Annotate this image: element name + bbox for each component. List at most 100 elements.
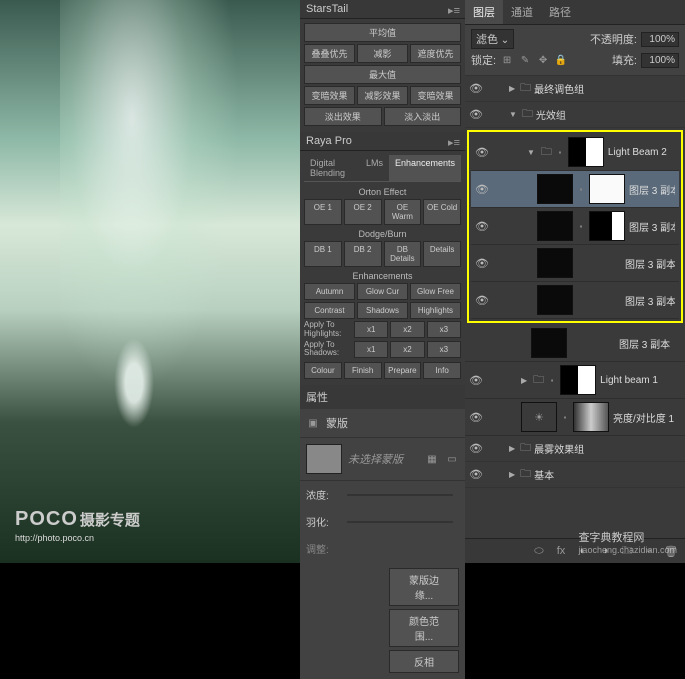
stars-btn[interactable]: 淡入淡出 (384, 107, 462, 126)
visibility-icon[interactable]: 👁 (469, 82, 483, 95)
raya-tab-enhancements[interactable]: Enhancements (389, 155, 461, 181)
btn-dbdetails[interactable]: DB Details (384, 241, 422, 267)
expand-icon[interactable]: ▶ (509, 84, 515, 93)
stars-btn[interactable]: 减影效果 (357, 86, 408, 105)
visibility-icon[interactable]: 👁 (469, 108, 483, 121)
group-basic[interactable]: 👁▶🗀基本 (465, 462, 685, 488)
btn-hx2[interactable]: x2 (390, 321, 424, 338)
lock-pixels-icon[interactable]: ✎ (518, 53, 532, 67)
raya-header[interactable]: Raya Pro▸≡ (300, 132, 465, 151)
btn-sx3[interactable]: x3 (427, 341, 461, 358)
btn-color-range[interactable]: 颜色范围... (389, 609, 459, 647)
group-dawn-fog[interactable]: 👁▶🗀晨雾效果组 (465, 436, 685, 462)
link-layers-icon[interactable]: ⬭ (531, 543, 547, 559)
mask-vector-icon[interactable]: ▭ (445, 452, 459, 466)
btn-highlights[interactable]: Highlights (410, 302, 461, 319)
expand-icon[interactable]: ▶ (509, 470, 515, 479)
layer-row-selected[interactable]: 👁⬝图层 3 副本 2 (471, 171, 679, 208)
mask-thumb[interactable] (568, 137, 604, 167)
btn-colour[interactable]: Colour (304, 362, 342, 379)
btn-db1[interactable]: DB 1 (304, 241, 342, 267)
btn-glowcur[interactable]: Glow Cur (357, 283, 408, 300)
btn-hx1[interactable]: x1 (354, 321, 388, 338)
stars-btn-average[interactable]: 平均值 (304, 23, 461, 42)
layer-thumb[interactable] (531, 328, 567, 358)
btn-sx2[interactable]: x2 (390, 341, 424, 358)
lock-position-icon[interactable]: ✥ (536, 53, 550, 67)
stars-btn[interactable]: 淡出效果 (304, 107, 382, 126)
expand-icon[interactable]: ▼ (509, 110, 517, 119)
layer-row[interactable]: 图层 3 副本 (465, 325, 685, 362)
fx-icon[interactable]: fx (553, 543, 569, 559)
panel-menu-icon[interactable]: ▸≡ (448, 4, 460, 17)
btn-oe2[interactable]: OE 2 (344, 199, 382, 225)
btn-oewarm[interactable]: OE Warm (384, 199, 422, 225)
layer-row[interactable]: 👁⬝图层 3 副本 4 (471, 208, 679, 245)
expand-icon[interactable]: ▶ (509, 444, 515, 453)
panel-menu-icon[interactable]: ▸≡ (448, 136, 460, 149)
btn-db2[interactable]: DB 2 (344, 241, 382, 267)
layer-subgroup[interactable]: 👁▼🗀⬝Light Beam 2 (471, 134, 679, 171)
btn-info[interactable]: Info (423, 362, 461, 379)
layer-row[interactable]: 👁图层 3 副本 5 (471, 282, 679, 319)
feather-slider[interactable]: 羽化: (300, 508, 465, 535)
layer-row[interactable]: 👁图层 3 副本 6 (471, 245, 679, 282)
btn-contrast[interactable]: Contrast (304, 302, 355, 319)
layer-adjustment[interactable]: 👁☀⬝亮度/对比度 1 (465, 399, 685, 436)
visibility-icon[interactable]: 👁 (475, 257, 489, 270)
blend-mode-select[interactable]: 滤色 ⌄ (471, 29, 514, 49)
expand-icon[interactable]: ▼ (527, 148, 535, 157)
visibility-icon[interactable]: 👁 (475, 294, 489, 307)
visibility-icon[interactable]: 👁 (475, 220, 489, 233)
visibility-icon[interactable]: 👁 (469, 374, 483, 387)
btn-shadows[interactable]: Shadows (357, 302, 408, 319)
btn-autumn[interactable]: Autumn (304, 283, 355, 300)
layer-thumb[interactable] (537, 248, 573, 278)
visibility-icon[interactable]: 👁 (469, 411, 483, 424)
visibility-icon[interactable]: 👁 (469, 468, 483, 481)
group-final-color[interactable]: 👁▶🗀最终调色组 (465, 76, 685, 102)
visibility-icon[interactable]: 👁 (469, 442, 483, 455)
layer-subgroup[interactable]: 👁▶🗀⬝Light beam 1 (465, 362, 685, 399)
btn-details[interactable]: Details (423, 241, 461, 267)
stars-btn[interactable]: 遮度优先 (410, 44, 461, 63)
btn-glowfree[interactable]: Glow Free (410, 283, 461, 300)
btn-prepare[interactable]: Prepare (384, 362, 422, 379)
btn-hx3[interactable]: x3 (427, 321, 461, 338)
mask-thumb[interactable] (560, 365, 596, 395)
opacity-value[interactable]: 100% (641, 32, 679, 47)
adjustment-icon[interactable]: ☀ (521, 402, 557, 432)
btn-invert[interactable]: 反相 (389, 650, 459, 673)
mask-pixel-icon[interactable]: ▦ (425, 452, 439, 466)
raya-tab-blending[interactable]: Digital Blending (304, 155, 360, 181)
expand-icon[interactable]: ▶ (521, 376, 527, 385)
tab-layers[interactable]: 图层 (465, 0, 503, 24)
btn-finish[interactable]: Finish (344, 362, 382, 379)
tab-paths[interactable]: 路径 (541, 0, 579, 24)
raya-tab-lms[interactable]: LMs (360, 155, 389, 181)
mask-thumb[interactable] (589, 211, 625, 241)
lock-transparency-icon[interactable]: ⊞ (500, 53, 514, 67)
density-slider[interactable]: 浓度: (300, 481, 465, 508)
visibility-icon[interactable]: 👁 (475, 183, 489, 196)
stars-btn[interactable]: 叠叠优先 (304, 44, 355, 63)
mask-thumb[interactable] (306, 444, 342, 474)
btn-oecold[interactable]: OE Cold (423, 199, 461, 225)
btn-oe1[interactable]: OE 1 (304, 199, 342, 225)
layer-thumb[interactable] (537, 211, 573, 241)
mask-thumb[interactable] (589, 174, 625, 204)
fill-value[interactable]: 100% (641, 53, 679, 68)
starstail-header[interactable]: StarsTail▸≡ (300, 0, 465, 19)
tab-channels[interactable]: 通道 (503, 0, 541, 24)
visibility-icon[interactable]: 👁 (475, 146, 489, 159)
stars-btn[interactable]: 变暗效果 (304, 86, 355, 105)
mask-thumb[interactable] (573, 402, 609, 432)
layer-thumb[interactable] (537, 285, 573, 315)
btn-sx1[interactable]: x1 (354, 341, 388, 358)
properties-header[interactable]: 属性 (300, 385, 465, 409)
btn-mask-edge[interactable]: 蒙版边缘... (389, 568, 459, 606)
stars-btn-max[interactable]: 最大值 (304, 65, 461, 84)
stars-btn[interactable]: 变暗效果 (410, 86, 461, 105)
stars-btn[interactable]: 减影 (357, 44, 408, 63)
group-light-effects[interactable]: 👁▼🗀光效组 (465, 102, 685, 128)
